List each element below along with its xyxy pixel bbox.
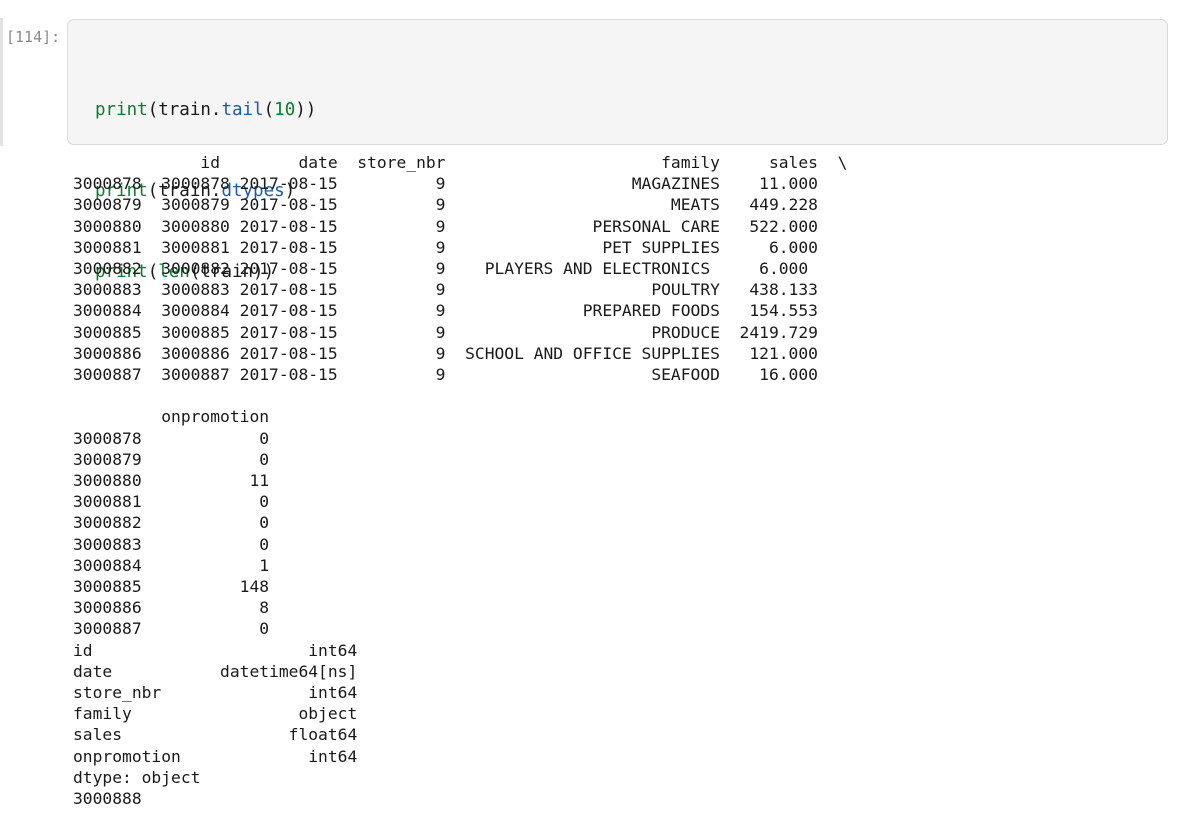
dtype-row: store_nbr int64	[73, 683, 358, 703]
tail-row: 3000880 3000880 2017-08-15 9 PERSONAL CA…	[73, 216, 818, 236]
code-token: ))	[295, 100, 317, 120]
tail-row: 3000878 3000878 2017-08-15 9 MAGAZINES 1…	[73, 174, 818, 194]
code-token-method: tail	[221, 100, 264, 120]
dtype-row: date datetime64[ns]	[73, 661, 358, 681]
code-line-1: print(train.tail(10))	[95, 97, 316, 124]
tail-row: 3000879 3000879 2017-08-15 9 MEATS 449.2…	[73, 195, 818, 215]
onpromotion-row: 3000884 1	[73, 555, 270, 575]
execution-count-prompt: [114]:	[6, 28, 61, 46]
tail-row: 3000881 3000881 2017-08-15 9 PET SUPPLIE…	[73, 237, 818, 257]
onpromotion-row: 3000886 8	[73, 598, 270, 618]
dtype-row: onpromotion int64	[73, 746, 358, 766]
tail-row: 3000882 3000882 2017-08-15 9 PLAYERS AND…	[73, 259, 809, 279]
dtype-row: family object	[73, 704, 358, 724]
tail-row: 3000887 3000887 2017-08-15 9 SEAFOOD 16.…	[73, 365, 818, 385]
cell-output: id date store_nbr family sales \ 3000878…	[73, 152, 847, 809]
len-output: 3000888	[73, 789, 142, 809]
tail-row: 3000885 3000885 2017-08-15 9 PRODUCE 241…	[73, 322, 818, 342]
tail-row: 3000884 3000884 2017-08-15 9 PREPARED FO…	[73, 301, 818, 321]
dtype-summary: dtype: object	[73, 767, 201, 787]
onpromotion-row: 3000879 0	[73, 449, 270, 469]
onpromotion-row: 3000882 0	[73, 513, 270, 533]
dtype-row: sales float64	[73, 725, 358, 745]
dtype-row: id int64	[73, 640, 358, 660]
code-token: (train.	[147, 100, 222, 120]
onpromotion-row: 3000887 0	[73, 619, 270, 639]
cell-focus-bar	[0, 18, 3, 146]
code-cell-input[interactable]: print(train.tail(10)) print(train.dtypes…	[67, 19, 1168, 282]
tail-row: 3000886 3000886 2017-08-15 9 SCHOOL AND …	[73, 343, 818, 363]
code-token-number: 10	[274, 100, 296, 120]
tail-header-row: id date store_nbr family sales \	[73, 153, 848, 172]
code-token: (	[263, 100, 275, 120]
onpromotion-row: 3000885 148	[73, 577, 270, 597]
tail-row: 3000883 3000883 2017-08-15 9 POULTRY 438…	[73, 280, 818, 300]
onpromotion-row: 3000881 0	[73, 492, 270, 512]
onpromotion-row: 3000880 11	[73, 471, 270, 491]
code-token-print: print	[95, 100, 148, 120]
onpromotion-header-row: onpromotion	[73, 407, 270, 427]
onpromotion-row: 3000878 0	[73, 428, 270, 448]
onpromotion-row: 3000883 0	[73, 534, 270, 554]
